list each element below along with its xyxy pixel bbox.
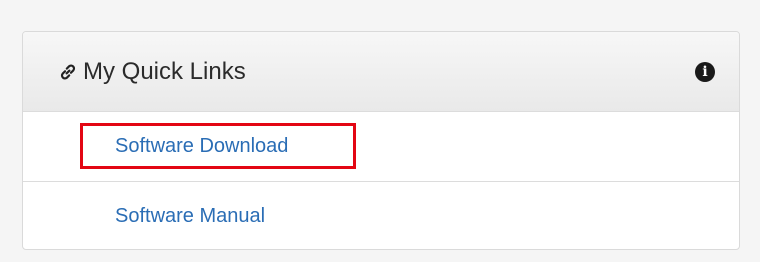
panel-header: My Quick Links i <box>23 32 739 112</box>
link-label[interactable]: Software Download <box>115 135 288 158</box>
panel-title: My Quick Links <box>57 58 246 86</box>
panel-title-text: My Quick Links <box>83 57 246 85</box>
link-label[interactable]: Software Manual <box>115 205 265 228</box>
info-icon[interactable]: i <box>695 61 715 82</box>
link-software-download[interactable]: Software Download <box>23 112 739 181</box>
quick-links-panel: My Quick Links i Software Download Softw… <box>22 31 740 250</box>
link-software-manual[interactable]: Software Manual <box>23 181 739 249</box>
link-icon <box>57 61 79 83</box>
